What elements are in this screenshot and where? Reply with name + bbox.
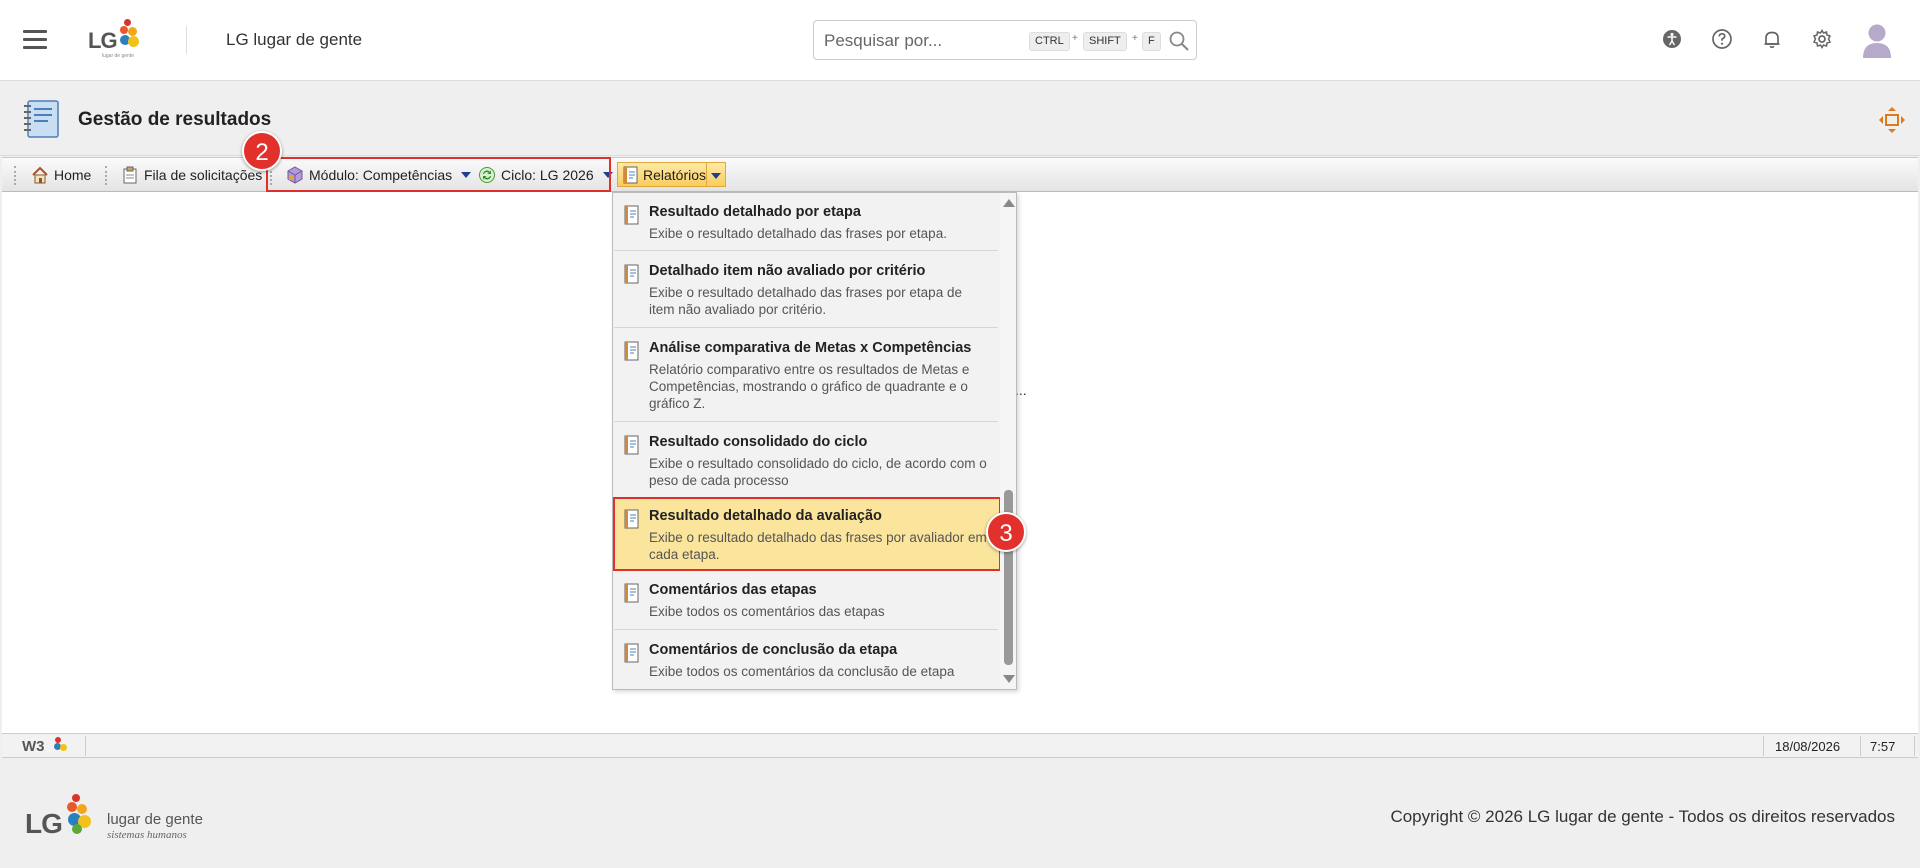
accessibility-icon[interactable] <box>1661 28 1683 50</box>
report-icon <box>624 341 639 361</box>
top-header: LG lugar de gente LG lugar de gente CTRL… <box>0 0 1920 81</box>
report-icon <box>624 435 639 455</box>
menu-item-description: Exibe o resultado detalhado das frases p… <box>649 530 987 562</box>
reports-button[interactable]: Relatórios <box>617 162 714 187</box>
menu-item-comentarios-conclusao[interactable]: Comentários de conclusão da etapa Exibe … <box>614 631 998 689</box>
chevron-down-icon <box>461 172 472 178</box>
report-icon <box>624 205 639 225</box>
reports-dropdown-toggle[interactable] <box>706 162 726 187</box>
page-header: Gestão de resultados <box>0 82 1920 156</box>
menu-item-analise-comparativa[interactable]: Análise comparativa de Metas x Competênc… <box>614 329 998 422</box>
refresh-cycle-icon <box>479 167 495 183</box>
status-date: 18/08/2026 <box>1775 739 1841 754</box>
toolbar-grip <box>14 166 16 185</box>
status-divider <box>1860 736 1861 756</box>
report-icon <box>624 509 639 529</box>
chevron-down-icon <box>711 173 721 179</box>
menu-item-comentarios-etapas[interactable]: Comentários das etapas Exibe todos os co… <box>614 571 998 630</box>
module-selector[interactable]: Módulo: Competências <box>286 163 472 187</box>
menu-item-title: Resultado detalhado por etapa <box>649 204 861 220</box>
help-icon[interactable] <box>1711 28 1733 50</box>
w3-logo: W3 <box>22 738 45 755</box>
scroll-down-arrow-icon[interactable] <box>1003 675 1015 683</box>
settings-gear-icon[interactable] <box>1811 28 1833 50</box>
menu-item-title: Detalhado item não avaliado por critério <box>649 263 926 279</box>
user-avatar[interactable] <box>1862 22 1892 58</box>
menu-item-description: Exibe o resultado detalhado das frases p… <box>649 285 962 317</box>
menu-item-description: Exibe todos os comentários da conclusão … <box>649 664 955 679</box>
menu-item-title: Comentários de conclusão da etapa <box>649 642 898 658</box>
search-box[interactable]: CTRL + SHIFT + F <box>813 20 1197 60</box>
search-input[interactable] <box>824 29 1014 53</box>
lg-logo[interactable]: LG lugar de gente <box>88 14 148 64</box>
logo-subtitle: lugar de gente <box>102 53 134 59</box>
cycle-label: Ciclo: LG 2026 <box>501 167 594 183</box>
menu-item-resultado-consolidado[interactable]: Resultado consolidado do ciclo Exibe o r… <box>614 423 998 499</box>
menu-item-description: Exibe todos os comentários das etapas <box>649 604 885 619</box>
shortcut-plus: + <box>1072 33 1078 44</box>
page-title: Gestão de resultados <box>78 109 272 130</box>
menu-item-description: Exibe o resultado consolidado do ciclo, … <box>649 456 987 488</box>
footer: LG lugar de gente sistemas humanos Copyr… <box>0 759 1920 868</box>
home-icon <box>32 166 48 184</box>
step-badge-2: 2 <box>242 131 282 171</box>
header-divider <box>186 26 187 54</box>
status-divider <box>1763 736 1764 756</box>
footer-brand: lugar de gente <box>107 811 203 828</box>
menu-item-resultado-detalhado-etapa[interactable]: Resultado detalhado por etapa Exibe o re… <box>614 193 998 251</box>
shortcut-key-ctrl: CTRL <box>1029 32 1070 51</box>
module-cube-icon <box>287 166 303 184</box>
search-icon[interactable] <box>1168 30 1190 52</box>
clipboard-icon <box>123 166 137 184</box>
step-badge-3: 3 <box>986 512 1026 552</box>
menu-item-title: Resultado detalhado da avaliação <box>649 508 882 524</box>
status-divider <box>1914 736 1915 756</box>
footer-logo: LG lugar de gente sistemas humanos <box>25 791 225 846</box>
menu-item-detalhado-nao-avaliado[interactable]: Detalhado item não avaliado por critério… <box>614 252 998 328</box>
menu-item-description: Relatório comparativo entre os resultado… <box>649 362 970 411</box>
footer-tagline: sistemas humanos <box>107 829 187 841</box>
menu-item-resultado-detalhado-avaliacao[interactable]: Resultado detalhado da avaliação Exibe o… <box>613 497 1001 571</box>
notification-bell-icon[interactable] <box>1761 28 1783 50</box>
menu-item-title: Análise comparativa de Metas x Competênc… <box>649 340 972 356</box>
report-icon <box>624 264 639 284</box>
request-queue-label: Fila de solicitações <box>144 167 263 183</box>
scroll-up-arrow-icon[interactable] <box>1003 199 1015 207</box>
chevron-down-icon <box>602 172 613 178</box>
report-icon <box>624 583 639 603</box>
menu-hamburger-icon[interactable] <box>23 30 47 50</box>
request-queue-button[interactable]: Fila de solicitações <box>121 163 262 187</box>
toolbar-grip <box>105 166 107 185</box>
status-bar: W3 18/08/2026 7:57 <box>2 733 1918 758</box>
status-divider <box>85 736 86 756</box>
status-time: 7:57 <box>1870 739 1896 754</box>
cycle-selector[interactable]: Ciclo: LG 2026 <box>478 163 613 187</box>
logo-text: LG <box>88 28 118 53</box>
menu-item-description: Exibe o resultado detalhado das frases p… <box>649 226 947 241</box>
footer-logo-text: LG <box>25 808 63 839</box>
menu-scrollbar[interactable] <box>1000 193 1016 689</box>
report-icon <box>623 166 638 183</box>
home-label: Home <box>54 167 92 183</box>
copyright-text: Copyright © 2026 LG lugar de gente - Tod… <box>1390 807 1895 826</box>
expand-fullscreen-icon[interactable] <box>1878 106 1906 134</box>
shortcut-key-f: F <box>1142 32 1161 51</box>
toolbar: Home Fila de solicitações Módulo: Compet… <box>2 157 1918 192</box>
menu-item-title: Comentários das etapas <box>649 582 817 598</box>
notebook-icon <box>24 100 59 138</box>
report-icon <box>624 643 639 663</box>
reports-dropdown-menu: Resultado detalhado por etapa Exibe o re… <box>612 192 1017 690</box>
module-label: Módulo: Competências <box>309 167 453 183</box>
home-button[interactable]: Home <box>31 163 91 187</box>
shortcut-key-shift: SHIFT <box>1083 32 1127 51</box>
menu-item-title: Resultado consolidado do ciclo <box>649 434 868 450</box>
shortcut-plus: + <box>1132 33 1138 44</box>
app-title: LG lugar de gente <box>226 30 363 49</box>
reports-label: Relatórios <box>643 166 707 183</box>
